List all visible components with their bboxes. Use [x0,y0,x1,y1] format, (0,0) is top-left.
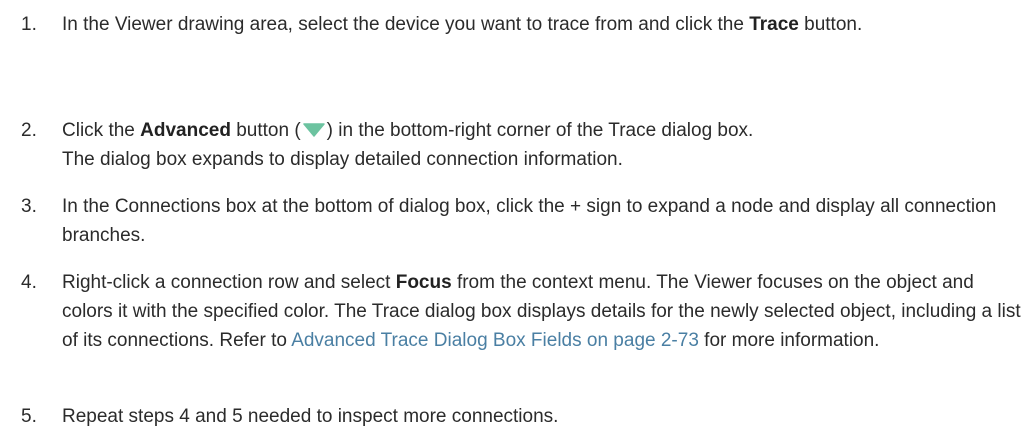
step-text: In the Connections box at the bottom of … [62,196,997,246]
step-number: 4. [21,272,37,293]
step-number: 1. [21,14,37,35]
step-number: 3. [21,196,37,217]
step-text: Repeat steps 4 and 5 needed to inspect m… [62,406,559,427]
advanced-trace-fields-link[interactable]: Advanced Trace Dialog Box Fields on page… [291,330,699,351]
advanced-button-label: Advanced [140,120,231,141]
step-text: Right-click a connection row and select … [62,272,1021,351]
step-5: 5. Repeat steps 4 and 5 needed to inspec… [0,402,1022,431]
step-number: 2. [21,120,37,141]
step-text: In the Viewer drawing area, select the d… [62,14,863,35]
focus-menu-label: Focus [395,272,452,293]
step-3: 3. In the Connections box at the bottom … [0,192,1022,250]
step-2: 2. Click the Advanced button () in the b… [0,116,1022,174]
step-number: 5. [21,406,37,427]
triangle-down-icon [302,123,325,137]
step-1: 1. In the Viewer drawing area, select th… [0,10,1022,39]
step-4: 4. Right-click a connection row and sele… [0,268,1022,355]
procedure-steps: 1. In the Viewer drawing area, select th… [0,0,1026,443]
step-text: Click the Advanced button () in the bott… [62,120,754,170]
trace-button-label: Trace [749,14,799,35]
